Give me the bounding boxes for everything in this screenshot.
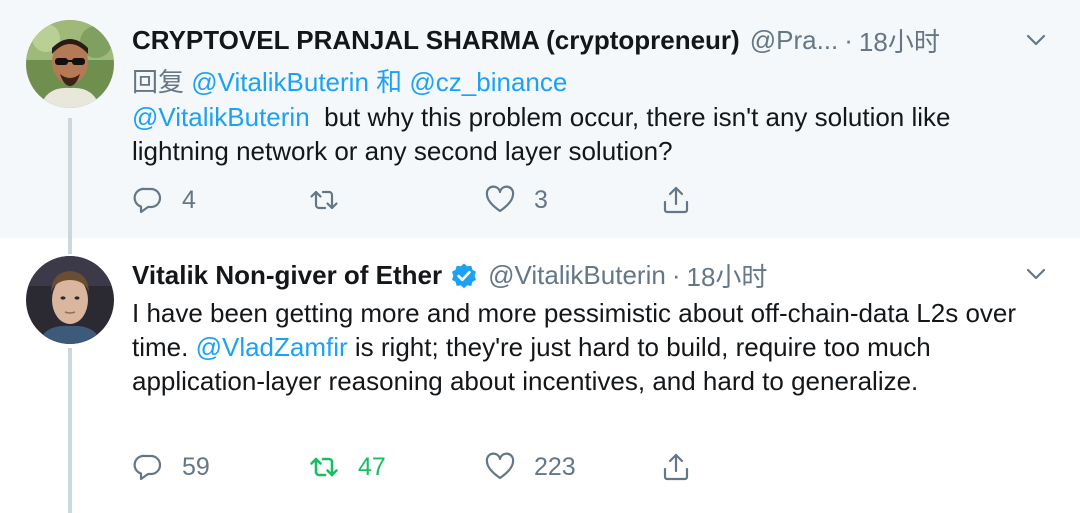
retweet-icon — [310, 190, 338, 210]
tweet-text: @VitalikButerin but why this problem occ… — [132, 100, 1032, 168]
mention-link[interactable]: @VladZamfir — [196, 332, 348, 362]
display-name[interactable]: CRYPTOVEL PRANJAL SHARMA (cryptopreneur) — [132, 25, 740, 56]
like-button[interactable]: 3 — [484, 184, 660, 216]
tweet-reply[interactable]: CRYPTOVEL PRANJAL SHARMA (cryptopreneur)… — [0, 0, 1080, 238]
separator-dot: · — [844, 25, 853, 55]
reply-count: 59 — [182, 452, 210, 481]
tweet-header: CRYPTOVEL PRANJAL SHARMA (cryptopreneur)… — [132, 22, 940, 59]
user-handle[interactable]: @VitalikButerin — [488, 260, 666, 291]
replying-to: 回复 @VitalikButerin 和 @cz_binance — [132, 62, 567, 99]
user-handle[interactable]: @Pra... — [750, 25, 839, 56]
separator-dot: · — [671, 260, 681, 290]
retweet-icon — [310, 457, 338, 477]
chevron-down-icon[interactable] — [1024, 262, 1048, 286]
retweet-count: 47 — [358, 452, 386, 481]
reply-prefix: 回复 — [132, 67, 185, 97]
tweet-actions: 59 47 223 — [132, 451, 692, 483]
share-icon — [663, 453, 689, 481]
share-icon — [663, 186, 689, 214]
like-icon — [485, 185, 515, 213]
timestamp[interactable]: 18小时 — [859, 22, 940, 59]
reply-button[interactable]: 59 — [132, 451, 308, 483]
reply-joiner: 和 — [376, 67, 403, 97]
mention-link[interactable]: @VitalikButerin — [132, 102, 310, 132]
mention-link[interactable]: @cz_binance — [409, 67, 567, 97]
share-button[interactable] — [660, 451, 692, 483]
avatar[interactable] — [26, 256, 114, 344]
like-icon — [485, 452, 515, 480]
tweet-main[interactable]: Vitalik Non-giver of Ether @VitalikButer… — [0, 238, 1080, 513]
thread-line — [68, 118, 72, 238]
retweet-button[interactable] — [308, 184, 484, 216]
reply-count: 4 — [182, 185, 196, 214]
thread-line — [68, 348, 72, 513]
reply-icon — [133, 187, 162, 214]
avatar[interactable] — [26, 20, 114, 108]
like-button[interactable]: 223 — [484, 451, 660, 483]
reply-button[interactable]: 4 — [132, 184, 308, 216]
verified-badge-icon — [452, 263, 477, 288]
chevron-down-icon[interactable] — [1024, 28, 1048, 52]
thread-line — [68, 238, 72, 254]
tweet-actions: 4 3 — [132, 184, 692, 216]
timestamp[interactable]: 18小时 — [686, 257, 767, 294]
share-button[interactable] — [660, 184, 692, 216]
tweet-header: Vitalik Non-giver of Ether @VitalikButer… — [132, 257, 767, 294]
tweet-text: I have been getting more and more pessim… — [132, 296, 1032, 398]
display-name[interactable]: Vitalik Non-giver of Ether — [132, 260, 442, 291]
mention-link[interactable]: @VitalikButerin — [191, 67, 369, 97]
like-count: 3 — [534, 185, 548, 214]
reply-icon — [133, 454, 162, 481]
retweet-button[interactable]: 47 — [308, 451, 484, 483]
like-count: 223 — [534, 452, 576, 481]
